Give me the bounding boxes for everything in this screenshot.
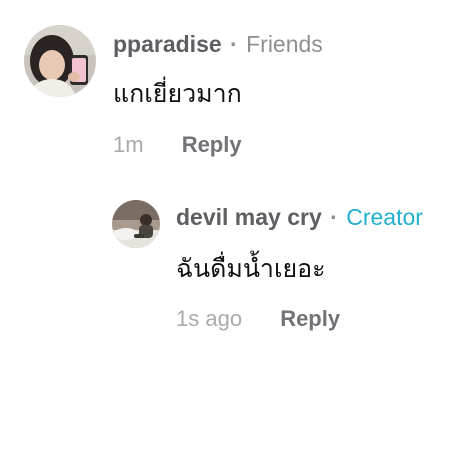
- comment-text: แกเยี่ยวมาก: [113, 80, 242, 108]
- comment-meta: 1s ago Reply: [176, 305, 340, 333]
- avatar[interactable]: [112, 200, 160, 248]
- comment-header: pparadise · Friends: [113, 30, 323, 58]
- timestamp: 1s ago: [176, 306, 243, 331]
- avatar-photo-icon: [24, 25, 96, 97]
- separator-dot: ·: [230, 31, 238, 57]
- timestamp: 1m: [113, 132, 144, 157]
- friends-tag: Friends: [246, 31, 323, 57]
- avatar-photo-icon: [112, 200, 160, 248]
- comment-meta: 1m Reply: [113, 131, 242, 159]
- creator-tag: Creator: [346, 204, 423, 230]
- comment-header: devil may cry · Creator: [176, 203, 423, 231]
- comment-thread: pparadise · Friends แกเยี่ยวมาก 1m Reply: [0, 0, 463, 463]
- username[interactable]: pparadise: [113, 31, 222, 57]
- separator-dot: ·: [330, 204, 338, 230]
- avatar[interactable]: [24, 25, 96, 97]
- comment-text: ฉันดื่มน้ำเยอะ: [176, 255, 326, 283]
- username[interactable]: devil may cry: [176, 204, 322, 230]
- reply-button[interactable]: Reply: [182, 132, 242, 157]
- reply-button[interactable]: Reply: [280, 306, 340, 331]
